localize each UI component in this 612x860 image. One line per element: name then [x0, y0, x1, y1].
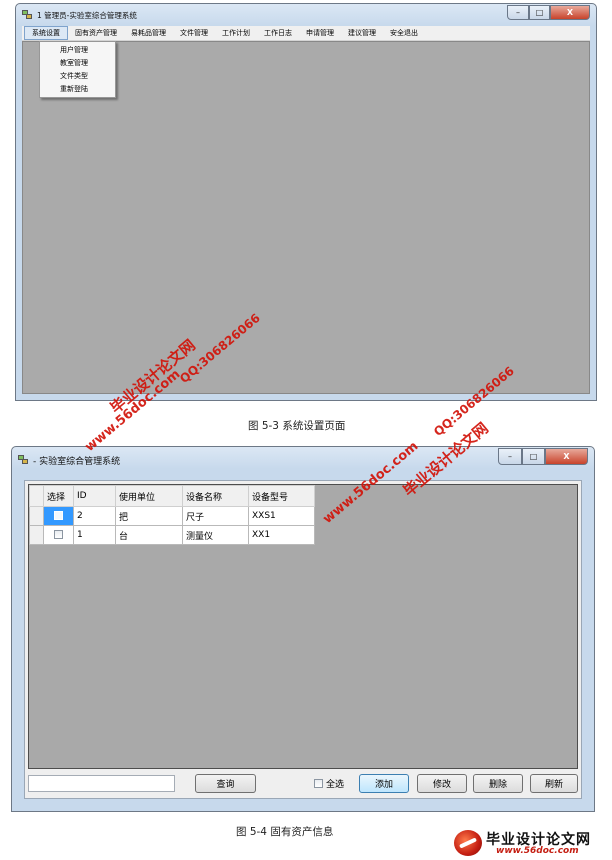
menu-work-log[interactable]: 工作日志: [257, 27, 299, 39]
device-name-cell[interactable]: 测量仪: [182, 525, 249, 545]
app-icon: [18, 455, 29, 465]
menu-fixed-assets[interactable]: 固有资产管理: [68, 27, 124, 39]
close-button[interactable]: X: [550, 5, 590, 20]
window-title: 1 管理员-实验室综合管理系统: [37, 10, 137, 20]
row-checkbox[interactable]: [54, 511, 63, 520]
menu-system-settings[interactable]: 系统设置: [24, 26, 68, 40]
row-header[interactable]: [29, 506, 44, 526]
menu-logout[interactable]: 安全退出: [383, 27, 425, 39]
device-model-cell[interactable]: XX1: [248, 525, 315, 545]
query-button[interactable]: 查询: [195, 774, 256, 793]
maximize-button[interactable]: □: [529, 5, 550, 20]
menu-bar: 系统设置 固有资产管理 易耗品管理 文件管理 工作计划 工作日志 申请管理 建议…: [22, 26, 590, 41]
table-header-row: 选择 ID 使用单位 设备名称 设备型号: [29, 485, 315, 507]
search-input[interactable]: [28, 775, 175, 792]
refresh-button[interactable]: 刷新: [530, 774, 578, 793]
assets-table: 选择 ID 使用单位 设备名称 设备型号 2 把 尺子 XXS1 1 台 测量仪…: [29, 485, 315, 545]
close-button[interactable]: X: [545, 448, 588, 465]
select-cell[interactable]: [43, 525, 74, 545]
logo-url: www.56doc.com: [496, 846, 579, 856]
delete-button[interactable]: 删除: [473, 774, 523, 793]
menu-requests[interactable]: 申请管理: [299, 27, 341, 39]
figure-caption-2: 图 5-4 固有资产信息: [236, 826, 334, 838]
maximize-button[interactable]: □: [522, 448, 545, 465]
row-header[interactable]: [29, 525, 44, 545]
column-header-id[interactable]: ID: [73, 485, 116, 507]
dropdown-item-user-management[interactable]: 用户管理: [40, 44, 115, 57]
minimize-button[interactable]: –: [498, 448, 522, 465]
dropdown-item-classroom-management[interactable]: 教室管理: [40, 57, 115, 70]
unit-cell[interactable]: 把: [115, 506, 183, 526]
menu-consumables[interactable]: 易耗品管理: [124, 27, 173, 39]
assets-data-grid[interactable]: 选择 ID 使用单位 设备名称 设备型号 2 把 尺子 XXS1 1 台 测量仪…: [28, 484, 578, 769]
device-model-cell[interactable]: XXS1: [248, 506, 315, 526]
column-header-device-model[interactable]: 设备型号: [248, 485, 315, 507]
menu-suggestions[interactable]: 建议管理: [341, 27, 383, 39]
app-icon: [22, 10, 33, 20]
table-row[interactable]: 1 台 测量仪 XX1: [29, 525, 315, 545]
window-title: - 实验室综合管理系统: [33, 456, 121, 467]
column-header-unit[interactable]: 使用单位: [115, 485, 183, 507]
id-cell[interactable]: 1: [73, 525, 116, 545]
row-checkbox[interactable]: [54, 530, 63, 539]
menu-work-plan[interactable]: 工作计划: [215, 27, 257, 39]
column-header-device-name[interactable]: 设备名称: [182, 485, 249, 507]
assets-window: - 实验室综合管理系统 – □ X 选择 ID 使用单位 设备名称 设备型号 2: [11, 446, 595, 812]
row-header-corner: [29, 485, 44, 507]
form-client-area: 选择 ID 使用单位 设备名称 设备型号 2 把 尺子 XXS1 1 台 测量仪…: [24, 480, 582, 799]
checkbox-box[interactable]: [314, 779, 323, 788]
bottom-toolbar: 查询 全选 添加 修改 删除 刷新: [28, 774, 578, 794]
device-name-cell[interactable]: 尺子: [182, 506, 249, 526]
select-all-checkbox[interactable]: 全选: [314, 777, 344, 790]
figure-caption-1: 图 5-3 系统设置页面: [248, 420, 346, 432]
select-all-label: 全选: [326, 780, 345, 790]
dropdown-item-relogin[interactable]: 重新登陆: [40, 83, 115, 96]
settings-window: 1 管理员-实验室综合管理系统 – □ X 系统设置 固有资产管理 易耗品管理 …: [15, 3, 597, 401]
table-row[interactable]: 2 把 尺子 XXS1: [29, 506, 315, 526]
window-controls: – □ X: [507, 5, 590, 20]
menu-files[interactable]: 文件管理: [173, 27, 215, 39]
dropdown-item-file-types[interactable]: 文件类型: [40, 70, 115, 83]
select-cell[interactable]: [43, 506, 74, 526]
unit-cell[interactable]: 台: [115, 525, 183, 545]
minimize-button[interactable]: –: [507, 5, 529, 20]
column-header-select[interactable]: 选择: [43, 485, 74, 507]
logo-ball-icon: [454, 830, 482, 856]
system-settings-dropdown: 用户管理 教室管理 文件类型 重新登陆: [39, 41, 116, 98]
site-logo: 毕业设计论文网 www.56doc.com: [454, 828, 604, 858]
edit-button[interactable]: 修改: [417, 774, 467, 793]
id-cell[interactable]: 2: [73, 506, 116, 526]
add-button[interactable]: 添加: [359, 774, 409, 793]
window-controls: – □ X: [498, 448, 588, 465]
